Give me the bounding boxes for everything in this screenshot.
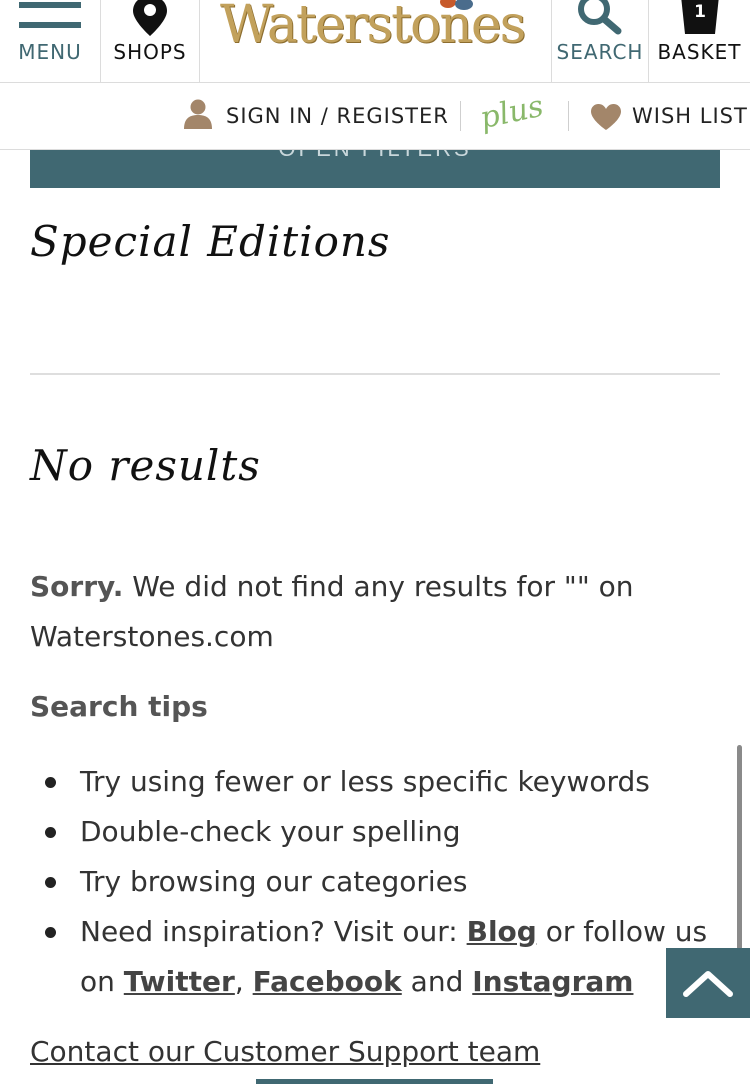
menu-icon-bar <box>19 22 81 28</box>
facebook-link[interactable]: Facebook <box>253 965 402 998</box>
category-title: Special Editions <box>30 217 391 266</box>
no-results-message: Sorry. We did not find any results for "… <box>30 562 690 662</box>
basket-count: 1 <box>694 2 706 22</box>
menu-icon-bar <box>19 2 81 8</box>
shops-button[interactable]: SHOPS <box>101 0 199 82</box>
menu-label: MENU <box>18 40 82 64</box>
sorry-label: Sorry. <box>30 570 124 603</box>
basket-label: BASKET <box>657 40 742 64</box>
tip-text: Double-check your spelling <box>80 815 461 848</box>
twitter-link[interactable]: Twitter <box>124 965 235 998</box>
sign-in-register-link[interactable]: SIGN IN / REGISTER <box>226 103 449 129</box>
page-scrollbar[interactable] <box>737 745 742 950</box>
tip-text: and <box>401 965 473 998</box>
tip-text: Try using fewer or less specific keyword… <box>80 765 650 798</box>
chevron-up-icon <box>683 971 733 997</box>
tip-text: Try browsing our categories <box>80 865 468 898</box>
account-bar: SIGN IN / REGISTER plus WISH LIST <box>0 83 750 150</box>
customer-support-link[interactable]: Contact our Customer Support team <box>30 1030 540 1074</box>
waterstones-logo[interactable]: Waterstones <box>220 0 532 56</box>
user-icon <box>184 99 212 129</box>
heart-icon <box>591 104 621 130</box>
blog-link[interactable]: Blog <box>467 915 537 948</box>
tip-text: , <box>234 965 253 998</box>
logo-bird-icon <box>440 0 473 10</box>
menu-button[interactable]: MENU <box>0 0 100 82</box>
map-pin-icon <box>133 0 167 36</box>
wish-list-link[interactable]: WISH LIST <box>632 103 748 129</box>
top-header: MENU SHOPS Waterstones SEARCH 1 BASKET <box>0 0 750 83</box>
search-icon <box>578 0 622 35</box>
open-filters-button[interactable]: OPEN FILTERS <box>30 150 720 188</box>
divider <box>30 373 720 375</box>
list-item: Try browsing our categories <box>30 857 710 907</box>
bottom-button-edge[interactable] <box>256 1079 493 1084</box>
search-tips-heading: Search tips <box>30 690 208 723</box>
plus-logo[interactable]: plus <box>477 89 546 136</box>
list-item: Try using fewer or less specific keyword… <box>30 757 710 807</box>
basket-button[interactable]: 1 BASKET <box>649 0 750 82</box>
instagram-link[interactable]: Instagram <box>472 965 633 998</box>
search-button[interactable]: SEARCH <box>552 0 648 82</box>
tip-text: Need inspiration? Visit our: <box>80 915 467 948</box>
shops-label: SHOPS <box>113 40 187 64</box>
list-item: Need inspiration? Visit our: Blog or fol… <box>30 907 710 1007</box>
no-results-title: No results <box>30 441 261 490</box>
list-item: Double-check your spelling <box>30 807 710 857</box>
open-filters-label: OPEN FILTERS <box>30 150 720 162</box>
search-label: SEARCH <box>556 40 644 64</box>
search-tips-list: Try using fewer or less specific keyword… <box>30 757 710 1007</box>
back-to-top-button[interactable] <box>666 948 750 1018</box>
